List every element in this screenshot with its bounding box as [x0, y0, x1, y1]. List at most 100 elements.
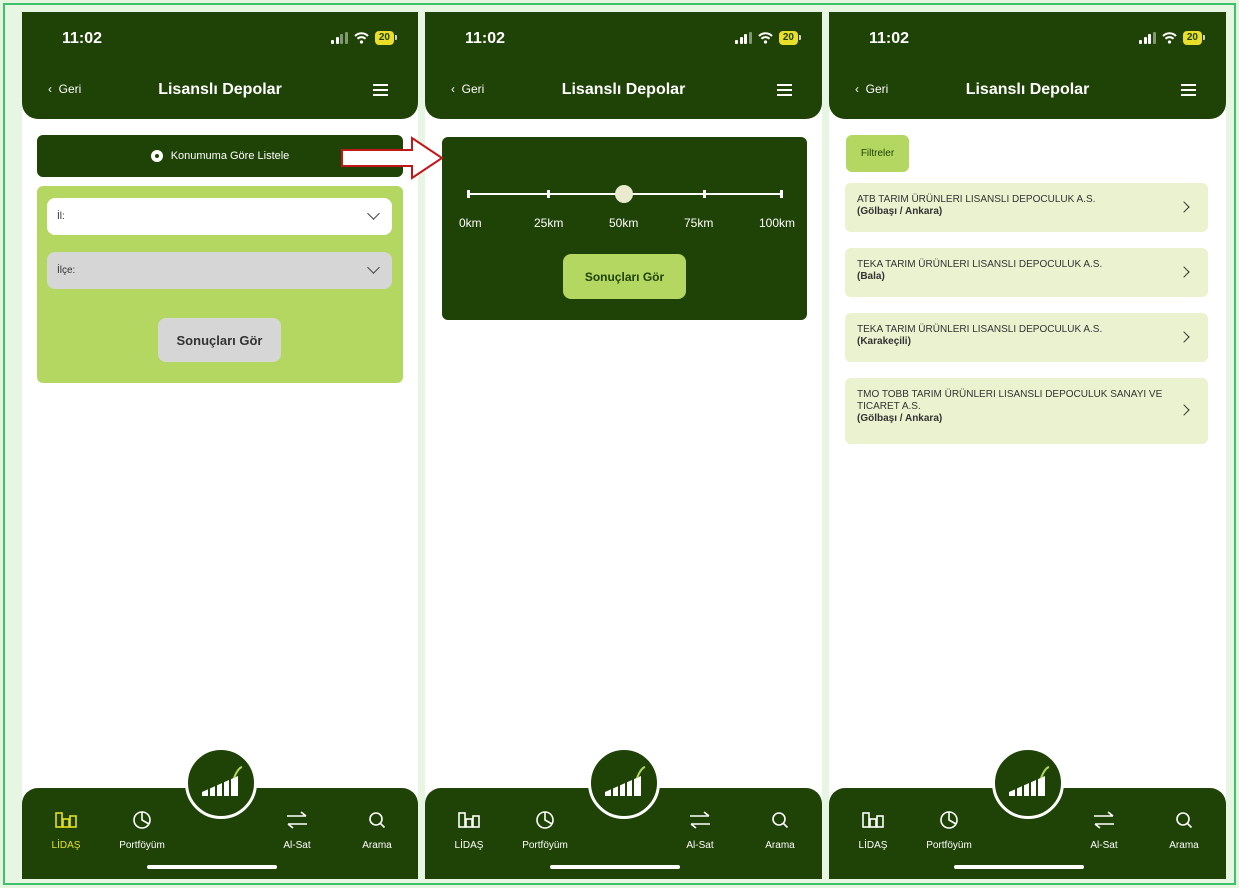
pie-chart-icon [940, 811, 958, 829]
status-icons: 20 [735, 31, 802, 45]
chevron-right-icon [1178, 265, 1190, 278]
slider-tick [703, 190, 706, 198]
chevron-right-icon [1178, 330, 1190, 343]
app-header: 11:02 20 ‹ Geri Lisanslı Depolar [22, 12, 418, 119]
tab-arama-label: Arama [765, 840, 795, 851]
tab-alsat[interactable]: Al-Sat [665, 808, 735, 851]
search-icon [1176, 812, 1193, 829]
result-name: TEKA TARIM ÜRÜNLERI LISANSLI DEPOCULUK A… [857, 324, 1103, 335]
il-select[interactable]: İl: [47, 198, 392, 235]
tab-alsat[interactable]: Al-Sat [262, 808, 332, 851]
tab-lidas[interactable]: LİDAŞ [434, 808, 504, 851]
tab-portfoy-label: Portföyüm [119, 840, 165, 851]
signal-icon [735, 32, 752, 44]
swap-arrows-icon [690, 811, 710, 829]
chevron-right-icon [1178, 200, 1190, 213]
distance-label-50: 50km [609, 216, 639, 230]
app-header: 11:02 20 ‹ Geri Lisanslı Depolar [425, 12, 822, 119]
search-icon [772, 812, 789, 829]
tab-portfoy-label: Portföyüm [926, 840, 972, 851]
tab-lidas[interactable]: LİDAŞ [31, 808, 101, 851]
tab-arama[interactable]: Arama [745, 808, 815, 851]
show-results-button[interactable]: Sonuçları Gör [563, 254, 686, 299]
distance-label-100: 100km [759, 216, 796, 230]
slider-tick [467, 190, 470, 198]
status-time: 11:02 [62, 30, 103, 47]
bar-chart-icon [55, 812, 77, 828]
bar-chart-icon [862, 812, 884, 828]
tab-portfoy-label: Portföyüm [522, 840, 568, 851]
tab-portfoy[interactable]: Portföyüm [510, 808, 580, 851]
tab-alsat-label: Al-Sat [1090, 840, 1118, 851]
result-item[interactable]: TEKA TARIM ÜRÜNLERI LISANSLI DEPOCULUK A… [845, 248, 1208, 297]
hamburger-menu-icon[interactable] [373, 84, 388, 96]
tab-arama-label: Arama [1169, 840, 1199, 851]
chevron-right-icon [1178, 404, 1190, 416]
result-item[interactable]: ATB TARIM ÜRÜNLERI LISANSLI DEPOCULUK A.… [845, 183, 1208, 232]
tab-alsat-label: Al-Sat [686, 840, 714, 851]
tab-lidas-label: LİDAŞ [51, 840, 81, 851]
tab-arama[interactable]: Arama [1149, 808, 1219, 851]
distance-slider-thumb[interactable] [615, 185, 633, 203]
il-select-label: İl: [57, 211, 65, 222]
result-item[interactable]: TEKA TARIM ÜRÜNLERI LISANSLI DEPOCULUK A… [845, 313, 1208, 362]
ilce-select[interactable]: İlçe: [47, 252, 392, 289]
battery-icon: 20 [778, 31, 802, 45]
app-header: 11:02 20 ‹ Geri Lisanslı Depolar [829, 12, 1226, 119]
home-indicator [550, 865, 680, 869]
show-results-button[interactable]: Sonuçları Gör [158, 318, 281, 362]
growth-chart-logo-icon [1009, 766, 1050, 796]
tab-lidas-label: LİDAŞ [454, 840, 484, 851]
tab-portfoy[interactable]: Portföyüm [914, 808, 984, 851]
distance-label-0: 0km [459, 216, 482, 230]
tab-alsat-label: Al-Sat [283, 840, 311, 851]
pie-chart-icon [536, 811, 554, 829]
result-name: TEKA TARIM ÜRÜNLERI LISANSLI DEPOCULUK A… [857, 259, 1103, 270]
bottom-tab-bar: LİDAŞ Portföyüm Al-Sat Arama [22, 747, 418, 879]
list-by-location-label: Konumuma Göre Listele [170, 150, 290, 162]
page-title: Lisanslı Depolar [561, 81, 686, 98]
wifi-icon [354, 32, 369, 44]
tab-portfoy[interactable]: Portföyüm [107, 808, 177, 851]
result-location: (Gölbaşı / Ankara) [857, 413, 943, 424]
chevron-down-icon [367, 207, 380, 220]
hamburger-menu-icon[interactable] [777, 84, 792, 96]
result-location: (Bala) [857, 271, 885, 282]
battery-icon: 20 [374, 31, 398, 45]
wifi-icon [1162, 32, 1177, 44]
filter-panel: İl: İlçe: Sonuçları Gör [37, 186, 403, 383]
growth-chart-logo-icon [202, 766, 243, 796]
center-logo-button[interactable] [185, 747, 257, 819]
search-icon [369, 812, 386, 829]
page-title: Lisanslı Depolar [158, 81, 282, 98]
result-location: (Karakeçili) [857, 336, 911, 347]
slider-tick [780, 190, 783, 198]
result-item[interactable]: TMO TOBB TARIM ÜRÜNLERI LISANSLI DEPOCUL… [845, 378, 1208, 444]
status-time: 11:02 [869, 30, 910, 47]
tab-alsat[interactable]: Al-Sat [1069, 808, 1139, 851]
ilce-select-label: İlçe: [57, 265, 76, 276]
status-icons: 20 [331, 31, 398, 45]
annotation-arrow-icon [341, 136, 444, 180]
bottom-tab-bar: LİDAŞ Portföyüm Al-Sat Arama [829, 747, 1226, 879]
center-logo-button[interactable] [588, 747, 660, 819]
hamburger-menu-icon[interactable] [1181, 84, 1196, 96]
slider-tick [547, 190, 550, 198]
distance-label-25: 25km [534, 216, 564, 230]
tab-arama-label: Arama [362, 840, 392, 851]
tab-lidas[interactable]: LİDAŞ [838, 808, 908, 851]
result-name: ATB TARIM ÜRÜNLERI LISANSLI DEPOCULUK A.… [857, 194, 1096, 205]
location-pin-icon [150, 150, 163, 162]
bottom-tab-bar: LİDAŞ Portföyüm Al-Sat Arama [425, 747, 822, 879]
tab-lidas-label: LİDAŞ [858, 840, 888, 851]
home-indicator [147, 865, 277, 869]
center-logo-button[interactable] [992, 747, 1064, 819]
bar-chart-icon [458, 812, 480, 828]
status-time: 11:02 [465, 30, 506, 47]
phone-screen-distance: 11:02 20 ‹ Geri Lisanslı Depolar 0km 25k… [425, 12, 822, 879]
home-indicator [954, 865, 1084, 869]
filters-button[interactable]: Filtreler [846, 135, 909, 172]
page-title: Lisanslı Depolar [965, 81, 1090, 98]
phone-screen-results: 11:02 20 ‹ Geri Lisanslı Depolar Filtrel… [829, 12, 1226, 879]
tab-arama[interactable]: Arama [342, 808, 412, 851]
